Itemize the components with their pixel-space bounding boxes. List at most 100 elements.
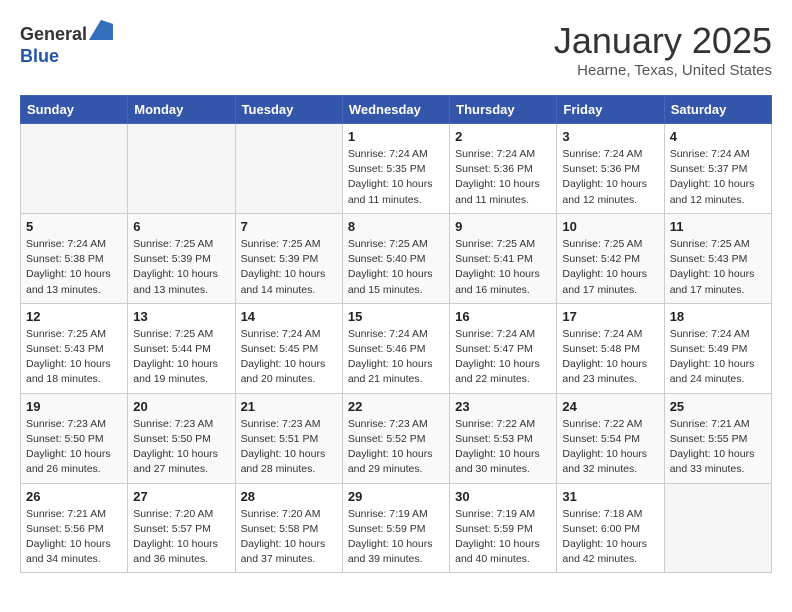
calendar-cell: 26 Sunrise: 7:21 AMSunset: 5:56 PMDayligh… — [21, 483, 128, 573]
calendar-cell: 25Sunrise: 7:21 AMSunset: 5:55 PMDayligh… — [664, 393, 771, 483]
logo: General Blue — [20, 20, 113, 67]
day-number: 8 — [348, 219, 444, 234]
day-info: Sunrise: 7:24 AMSunset: 5:49 PMDaylight:… — [670, 327, 766, 388]
day-info: Sunrise: 7:24 AMSunset: 5:46 PMDaylight:… — [348, 327, 444, 388]
day-info: Sunrise: 7:23 AMSunset: 5:50 PMDaylight:… — [26, 417, 122, 478]
calendar-cell: 10 Sunrise: 7:25 AMSunset: 5:42 PMDayligh… — [557, 213, 664, 303]
day-info: Sunrise: 7:24 AMSunset: 5:36 PMDaylight:… — [562, 147, 658, 208]
day-info: Sunrise: 7:25 AMSunset: 5:43 PMDaylight:… — [670, 237, 766, 298]
day-number: 5 — [26, 219, 122, 234]
day-number: 4 — [670, 129, 766, 144]
calendar-cell: 19 Sunrise: 7:23 AMSunset: 5:50 PMDayligh… — [21, 393, 128, 483]
day-number: 9 — [455, 219, 551, 234]
day-number: 22 — [348, 399, 444, 414]
calendar-cell: 4 Sunrise: 7:24 AMSunset: 5:37 PMDaylight… — [664, 124, 771, 214]
day-info: Sunrise: 7:25 AMSunset: 5:43 PMDaylight:… — [26, 327, 122, 388]
calendar-week-row: 26 Sunrise: 7:21 AMSunset: 5:56 PMDayligh… — [21, 483, 772, 573]
day-number: 24 — [562, 399, 658, 414]
day-info: Sunrise: 7:24 AMSunset: 5:35 PMDaylight:… — [348, 147, 444, 208]
calendar-cell: 21Sunrise: 7:23 AMSunset: 5:51 PMDayligh… — [235, 393, 342, 483]
weekday-header-cell: Wednesday — [342, 96, 449, 124]
calendar-cell: 27 Sunrise: 7:20 AMSunset: 5:57 PMDayligh… — [128, 483, 235, 573]
weekday-header-cell: Sunday — [21, 96, 128, 124]
day-number: 26 — [26, 489, 122, 504]
day-info: Sunrise: 7:21 AMSunset: 5:56 PMDaylight:… — [26, 507, 122, 568]
calendar-cell: 6Sunrise: 7:25 AMSunset: 5:39 PMDaylight… — [128, 213, 235, 303]
day-number: 10 — [562, 219, 658, 234]
calendar-cell: 29 Sunrise: 7:19 AMSunset: 5:59 PMDayligh… — [342, 483, 449, 573]
day-number: 3 — [562, 129, 658, 144]
day-number: 29 — [348, 489, 444, 504]
day-number: 19 — [26, 399, 122, 414]
logo-blue: Blue — [20, 46, 113, 67]
logo-icon — [89, 20, 113, 40]
day-number: 12 — [26, 309, 122, 324]
page-header: General Blue January 2025 Hearne, Texas,… — [20, 20, 772, 79]
calendar-cell: 15 Sunrise: 7:24 AMSunset: 5:46 PMDayligh… — [342, 303, 449, 393]
calendar-cell: 24 Sunrise: 7:22 AMSunset: 5:54 PMDayligh… — [557, 393, 664, 483]
day-number: 18 — [670, 309, 766, 324]
calendar-cell: 7 Sunrise: 7:25 AMSunset: 5:39 PMDaylight… — [235, 213, 342, 303]
day-number: 14 — [241, 309, 337, 324]
title-block: January 2025 Hearne, Texas, United State… — [554, 20, 772, 79]
day-info: Sunrise: 7:25 AMSunset: 5:39 PMDaylight:… — [133, 237, 229, 298]
day-info: Sunrise: 7:19 AMSunset: 5:59 PMDaylight:… — [348, 507, 444, 568]
calendar-cell: 16 Sunrise: 7:24 AMSunset: 5:47 PMDayligh… — [450, 303, 557, 393]
day-info: Sunrise: 7:25 AMSunset: 5:42 PMDaylight:… — [562, 237, 658, 298]
day-info: Sunrise: 7:24 AMSunset: 5:38 PMDaylight:… — [26, 237, 122, 298]
calendar-cell: 22 Sunrise: 7:23 AMSunset: 5:52 PMDayligh… — [342, 393, 449, 483]
calendar-week-row: 1Sunrise: 7:24 AMSunset: 5:35 PMDaylight… — [21, 124, 772, 214]
calendar-cell: 20Sunrise: 7:23 AMSunset: 5:50 PMDayligh… — [128, 393, 235, 483]
weekday-header-cell: Friday — [557, 96, 664, 124]
day-info: Sunrise: 7:22 AMSunset: 5:53 PMDaylight:… — [455, 417, 551, 478]
calendar-cell: 13Sunrise: 7:25 AMSunset: 5:44 PMDayligh… — [128, 303, 235, 393]
day-number: 15 — [348, 309, 444, 324]
weekday-header-cell: Saturday — [664, 96, 771, 124]
weekday-header-cell: Monday — [128, 96, 235, 124]
calendar-cell: 18 Sunrise: 7:24 AMSunset: 5:49 PMDayligh… — [664, 303, 771, 393]
calendar-cell: 23 Sunrise: 7:22 AMSunset: 5:53 PMDayligh… — [450, 393, 557, 483]
calendar-cell — [664, 483, 771, 573]
day-number: 16 — [455, 309, 551, 324]
day-number: 23 — [455, 399, 551, 414]
day-info: Sunrise: 7:25 AMSunset: 5:44 PMDaylight:… — [133, 327, 229, 388]
day-number: 27 — [133, 489, 229, 504]
day-number: 2 — [455, 129, 551, 144]
day-info: Sunrise: 7:23 AMSunset: 5:52 PMDaylight:… — [348, 417, 444, 478]
day-info: Sunrise: 7:20 AMSunset: 5:57 PMDaylight:… — [133, 507, 229, 568]
month-title: January 2025 — [554, 20, 772, 62]
calendar-week-row: 19 Sunrise: 7:23 AMSunset: 5:50 PMDayligh… — [21, 393, 772, 483]
day-info: Sunrise: 7:24 AMSunset: 5:37 PMDaylight:… — [670, 147, 766, 208]
location: Hearne, Texas, United States — [554, 62, 772, 79]
day-info: Sunrise: 7:23 AMSunset: 5:50 PMDaylight:… — [133, 417, 229, 478]
day-info: Sunrise: 7:24 AMSunset: 5:48 PMDaylight:… — [562, 327, 658, 388]
day-info: Sunrise: 7:19 AMSunset: 5:59 PMDaylight:… — [455, 507, 551, 568]
calendar-cell: 2 Sunrise: 7:24 AMSunset: 5:36 PMDaylight… — [450, 124, 557, 214]
day-info: Sunrise: 7:24 AMSunset: 5:36 PMDaylight:… — [455, 147, 551, 208]
day-number: 28 — [241, 489, 337, 504]
calendar: SundayMondayTuesdayWednesdayThursdayFrid… — [20, 95, 772, 573]
weekday-header-row: SundayMondayTuesdayWednesdayThursdayFrid… — [21, 96, 772, 124]
day-info: Sunrise: 7:21 AMSunset: 5:55 PMDaylight:… — [670, 417, 766, 478]
calendar-cell: 11 Sunrise: 7:25 AMSunset: 5:43 PMDayligh… — [664, 213, 771, 303]
day-info: Sunrise: 7:24 AMSunset: 5:45 PMDaylight:… — [241, 327, 337, 388]
day-info: Sunrise: 7:25 AMSunset: 5:41 PMDaylight:… — [455, 237, 551, 298]
logo-general: General — [20, 24, 87, 44]
day-info: Sunrise: 7:22 AMSunset: 5:54 PMDaylight:… — [562, 417, 658, 478]
calendar-week-row: 5 Sunrise: 7:24 AMSunset: 5:38 PMDaylight… — [21, 213, 772, 303]
calendar-body: 1Sunrise: 7:24 AMSunset: 5:35 PMDaylight… — [21, 124, 772, 573]
calendar-cell: 28Sunrise: 7:20 AMSunset: 5:58 PMDayligh… — [235, 483, 342, 573]
day-info: Sunrise: 7:25 AMSunset: 5:39 PMDaylight:… — [241, 237, 337, 298]
day-number: 7 — [241, 219, 337, 234]
calendar-cell: 3 Sunrise: 7:24 AMSunset: 5:36 PMDaylight… — [557, 124, 664, 214]
calendar-cell — [128, 124, 235, 214]
day-info: Sunrise: 7:24 AMSunset: 5:47 PMDaylight:… — [455, 327, 551, 388]
calendar-cell: 17Sunrise: 7:24 AMSunset: 5:48 PMDayligh… — [557, 303, 664, 393]
calendar-cell: 5 Sunrise: 7:24 AMSunset: 5:38 PMDaylight… — [21, 213, 128, 303]
weekday-header-cell: Thursday — [450, 96, 557, 124]
calendar-cell: 1Sunrise: 7:24 AMSunset: 5:35 PMDaylight… — [342, 124, 449, 214]
calendar-cell: 9 Sunrise: 7:25 AMSunset: 5:41 PMDaylight… — [450, 213, 557, 303]
day-number: 11 — [670, 219, 766, 234]
day-number: 31 — [562, 489, 658, 504]
calendar-week-row: 12 Sunrise: 7:25 AMSunset: 5:43 PMDayligh… — [21, 303, 772, 393]
